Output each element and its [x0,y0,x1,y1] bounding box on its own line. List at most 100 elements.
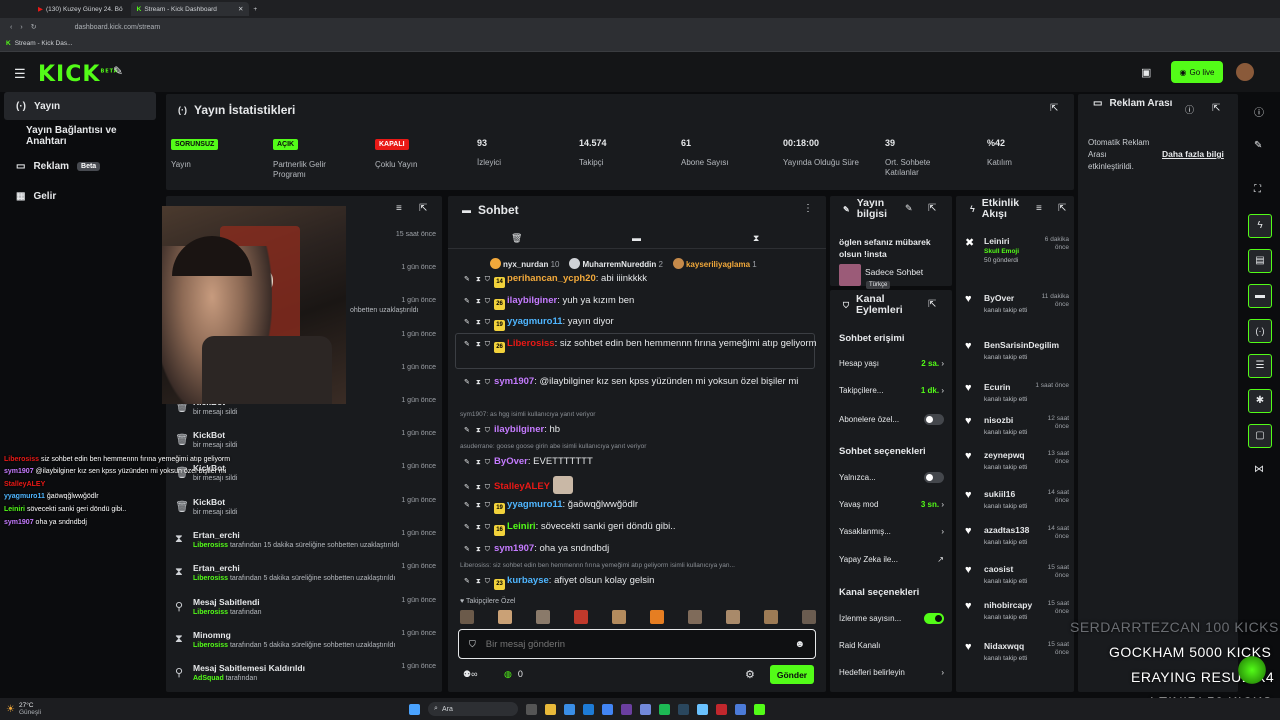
browser-tab[interactable]: ▶ (130) Kuzey Güney 24. Bö [32,2,129,16]
photos-icon[interactable] [697,703,709,715]
chat-icon[interactable]: ▬ [1248,284,1272,308]
edge-icon[interactable] [583,703,595,715]
forward-icon[interactable]: › [20,24,22,31]
filter-icon[interactable]: ≡ [396,203,402,214]
emote-icon[interactable] [612,610,626,624]
chat-message[interactable]: ✎ ⧗ ⛉ 19 yyagmuro11: ğaöwqğlwwğödlr [460,498,820,514]
hourglass-icon[interactable]: ⧗ [476,459,481,466]
sidebar-item-revenue[interactable]: ▦ Gelir [4,182,156,210]
share-icon[interactable]: ⋈ [1254,464,1264,475]
emote-icon[interactable] [726,610,740,624]
pin-icon[interactable]: ✎ [464,298,470,305]
popout-icon[interactable]: ⇱ [1058,203,1066,214]
chrome-icon[interactable] [602,703,614,715]
hourglass-icon[interactable]: ⧗ [476,319,481,326]
bookmark-item[interactable]: Stream - Kick Das... [15,40,73,47]
pin-icon[interactable]: ✎ [464,341,470,348]
discord-icon[interactable] [640,703,652,715]
emote-icon[interactable] [498,610,512,624]
gifter-item[interactable]: kayseriliyaglama 1 [672,258,757,269]
url-text[interactable]: dashboard.kick.com/stream [75,24,161,31]
activity-item[interactable]: ✖ Leiniri 6 dakika önce Skull Emoji 50 gönde… [965,236,1069,264]
app-icon[interactable] [735,703,747,715]
emote-icon[interactable] [460,610,474,624]
kick-logo[interactable]: KICKBETA [38,62,119,87]
window-icon[interactable]: ▢ [1248,424,1272,448]
chat-message[interactable]: ✎ ⧗ ⛉ 26 Liberosiss: siz sohbet edin ben hem… [460,337,820,353]
avatar[interactable] [1236,63,1254,81]
emote-icon[interactable] [802,610,816,624]
chat-message[interactable]: ✎ ⧗ ⛉ StalleyALEY [460,476,820,494]
activity-item[interactable]: ♥ Ecurin 1 saat önce kanalı takip etti [965,382,1069,403]
popout-icon[interactable]: ⇱ [1212,103,1220,114]
pin-icon[interactable]: ✎ [464,578,470,585]
hourglass-icon[interactable]: ⧗ [476,298,481,305]
pin-icon[interactable]: ✎ [464,502,470,509]
gifter-item[interactable]: nyx_nurdan 10 [490,258,559,269]
emote-only-toggle[interactable] [924,472,944,483]
taskbar-search[interactable]: ⌕ Ara [428,702,519,716]
hourglass-icon[interactable]: ⧗ [476,379,481,386]
gifter-item[interactable]: MuharremNureddin 2 [569,258,663,269]
mod-event-row[interactable]: 🗑KickBotbir mesajı sildi1 gün önce [170,497,442,527]
pin-icon[interactable]: ✎ [464,459,470,466]
list-icon[interactable]: ☰ [1248,354,1272,378]
activity-item[interactable]: ♥ azadtas138 14 saat önce kanalı takip etti [965,525,1069,546]
ai-moderation-setting[interactable]: Yapay Zeka ile... ↗ [839,555,944,564]
subscribers-only-toggle[interactable] [924,414,944,425]
hourglass-icon[interactable]: ⧗ [476,484,481,491]
go-live-button[interactable]: ◉ Go live [1171,61,1223,83]
chat-message[interactable]: ✎ ⧗ ⛉ sym1907: oha ya sndndbdj [460,542,820,556]
activity-item[interactable]: ♥ Nidaxwqq 15 saat önce kanalı takip etti [965,641,1069,662]
chat-message[interactable]: ✎ ⧗ ⛉ ilaybilginer: hb [460,423,820,437]
hourglass-icon[interactable]: ⧗ [476,546,481,553]
sidebar-item-ads[interactable]: ▭ Reklam Beta [4,152,156,180]
emote-icon[interactable] [764,610,778,624]
popout-icon[interactable]: ⇱ [419,203,427,214]
settings-icon[interactable]: ⚙ [745,668,755,681]
sidebar-item-stream[interactable]: (·) Yayın [4,92,156,120]
popout-icon[interactable]: ⇱ [928,299,936,310]
chat-message[interactable]: ✎ ⧗ ⛉ 26 ilaybilginer: yuh ya kızım ben [460,294,820,310]
pin-icon[interactable]: ✎ [113,64,123,78]
menu-icon[interactable]: ☰ [14,66,26,82]
mod-event-row[interactable]: ⚲ Mesaj Sabitlendi Liberosiss tarafından 1 … [170,597,442,627]
pin-icon[interactable]: ✎ [464,276,470,283]
users-icon[interactable]: ⚉∞ [463,669,477,680]
new-tab-icon[interactable]: + [253,6,257,13]
file-explorer-icon[interactable] [545,703,557,715]
popout-icon[interactable]: ⇱ [928,203,936,214]
back-icon[interactable]: ‹ [10,24,12,31]
hourglass-icon[interactable]: ⧗ [753,233,759,244]
windows-start-icon[interactable] [409,703,421,715]
trash-icon[interactable]: 🗑 [511,233,522,244]
kick-app-icon[interactable] [754,703,766,715]
chat-icon[interactable]: ▬ [632,233,641,243]
sidebar-item-stream-key[interactable]: Yayın Bağlantısı ve Anahtarı [4,122,156,150]
ad-learn-more-link[interactable]: Daha fazla bilgi [1162,149,1224,159]
mail-icon[interactable] [564,703,576,715]
send-button[interactable]: Gönder [770,665,814,684]
reload-icon[interactable]: ↻ [31,23,37,31]
mod-event-row[interactable]: ⧗ Ertan_erchi Liberosiss tarafından 5 daki… [170,563,442,593]
hourglass-icon[interactable]: ⧗ [476,427,481,434]
mod-event-row[interactable]: ⚲ Mesaj Sabitlemesi Kaldırıldı AdSquad tar… [170,663,442,693]
pin-icon[interactable]: ✎ [464,379,470,386]
chat-message[interactable]: ✎ ⧗ ⛉ ByOver: EVETTTTTTT [460,455,820,469]
mod-event-row[interactable]: ⧗ Ertan_erchi Liberosiss tarafından 15 dak… [170,530,442,560]
account-age-setting[interactable]: Hesap yaşı 2 sa. › [839,359,944,368]
weather-widget[interactable]: ☀ 27°C Güneşli [6,702,41,716]
activity-item[interactable]: ♥ nihobircapy 15 saat önce kanalı takip ett… [965,600,1069,621]
pin-icon[interactable]: ✎ [464,524,470,531]
clip-icon[interactable]: ▣ [1141,66,1151,79]
chat-message[interactable]: ✎ ⧗ ⛉ sym1907: @ilaybilginer kız sen kpss y… [460,375,820,389]
slow-mode-setting[interactable]: Yavaş mod 3 sn. › [839,500,944,509]
premiere-icon[interactable] [621,703,633,715]
chat-message[interactable]: ✎ ⧗ ⛉ 19 yyagmuro11: yayın diyor [460,315,820,331]
more-options-icon[interactable]: ⋮ [803,203,813,214]
chat-message[interactable]: ✎ ⧗ ⛉ 16 Leiniri: sövecekti sanki geri döndü… [460,520,820,536]
wrench-icon[interactable]: ✱ [1248,389,1272,413]
hourglass-icon[interactable]: ⧗ [476,341,481,348]
fullscreen-icon[interactable]: ⛶ [1254,184,1261,195]
banned-words-setting[interactable]: Yasaklanmış... › [839,527,944,536]
